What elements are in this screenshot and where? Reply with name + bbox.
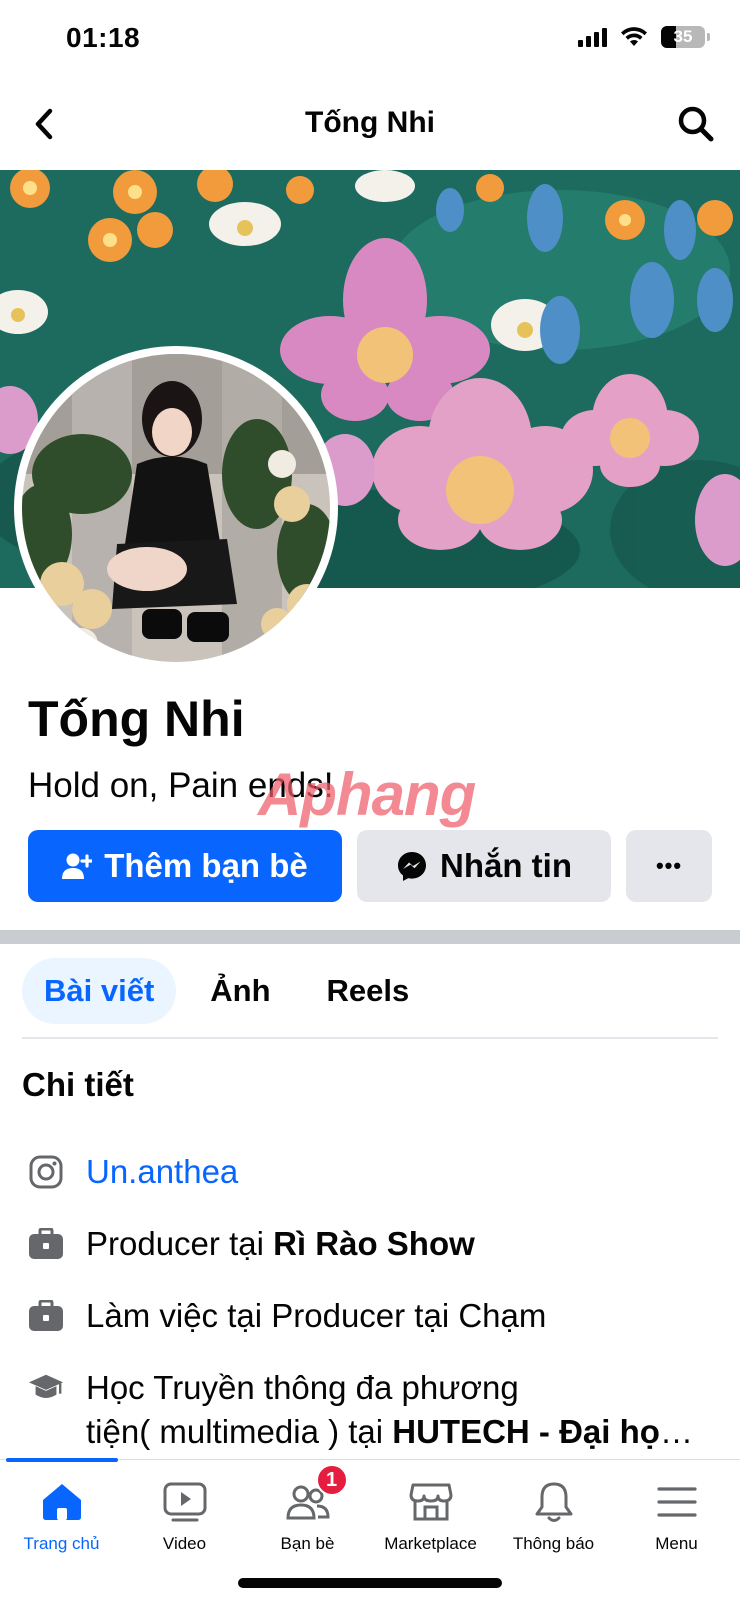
add-friend-button[interactable]: Thêm bạn bè: [28, 830, 342, 902]
nav-friends-label: Bạn bè: [280, 1534, 335, 1553]
more-options-button[interactable]: •••: [626, 830, 712, 902]
marketplace-icon: [407, 1478, 455, 1526]
active-tab-indicator: [6, 1458, 118, 1462]
battery-level: 35: [673, 27, 693, 46]
education-line-1: Học Truyền thông đa phương: [86, 1369, 519, 1406]
friends-badge: 1: [315, 1464, 348, 1496]
status-icons: 35: [578, 26, 710, 48]
page-title: Tống Nhi: [305, 106, 435, 139]
work-1-place[interactable]: Rì Rào Show: [273, 1225, 475, 1262]
detail-instagram[interactable]: Un.anthea: [28, 1150, 706, 1194]
education-line-2-prefix: tiện( multimedia ) tại: [86, 1413, 393, 1450]
add-friend-icon: [62, 853, 93, 879]
status-bar: 01:18 35: [0, 0, 740, 80]
avatar: [22, 354, 330, 662]
details-title: Chi tiết: [22, 1066, 134, 1103]
message-button[interactable]: Nhắn tin: [357, 830, 611, 902]
section-divider: [0, 930, 740, 944]
signal-icon: [578, 27, 607, 47]
battery-icon: 35: [661, 26, 705, 48]
more-icon: •••: [655, 853, 683, 878]
briefcase-icon: [28, 1222, 64, 1266]
bell-icon: [530, 1478, 578, 1526]
top-navigation: Tống Nhi: [0, 80, 740, 170]
profile-name: Tống Nhi: [28, 691, 245, 747]
detail-education: Học Truyền thông đa phương tiện( multime…: [28, 1366, 706, 1454]
tab-reels[interactable]: Reels: [305, 958, 432, 1024]
nav-marketplace-label: Marketplace: [384, 1534, 477, 1553]
briefcase-icon: [28, 1294, 64, 1338]
nav-friends[interactable]: 1 Bạn bè: [246, 1464, 369, 1554]
work-1-prefix: Producer tại: [86, 1225, 274, 1262]
search-icon: [678, 106, 714, 142]
menu-icon: [653, 1478, 701, 1526]
education-school[interactable]: HUTECH - Đại học Công nghệ TP.HCM: [392, 1413, 706, 1450]
work-2-text: Làm việc tại Producer tại Chạm: [86, 1297, 547, 1334]
wifi-icon: [621, 27, 647, 46]
battery-cap: [707, 33, 710, 41]
nav-menu-label: Menu: [655, 1534, 698, 1553]
message-label: Nhắn tin: [440, 847, 572, 884]
nav-menu[interactable]: Menu: [615, 1478, 738, 1554]
video-icon: [161, 1478, 209, 1526]
instagram-icon: [28, 1150, 64, 1194]
friends-icon: 1: [284, 1464, 348, 1526]
nav-notifications[interactable]: Thông báo: [492, 1478, 615, 1554]
nav-notifications-label: Thông báo: [512, 1534, 595, 1553]
instagram-link[interactable]: Un.anthea: [86, 1150, 706, 1194]
detail-work-1: Producer tại Rì Rào Show: [28, 1222, 706, 1266]
tab-photos[interactable]: Ảnh: [188, 958, 292, 1024]
home-icon: [38, 1478, 86, 1526]
tab-posts[interactable]: Bài viết: [22, 958, 177, 1024]
graduation-cap-icon: [28, 1366, 64, 1410]
tabs-separator: [22, 1037, 718, 1039]
nav-marketplace[interactable]: Marketplace: [369, 1478, 492, 1554]
detail-work-2: Làm việc tại Producer tại Chạm: [28, 1294, 706, 1338]
profile-tabs: Bài viết Ảnh Reels: [22, 958, 431, 1024]
avatar-photo: [22, 354, 330, 662]
profile-picture[interactable]: [14, 346, 338, 670]
home-indicator[interactable]: [238, 1578, 502, 1588]
watermark-logo: Aphang: [258, 761, 476, 828]
nav-home[interactable]: Trang chủ: [0, 1478, 123, 1554]
nav-video[interactable]: Video: [123, 1478, 246, 1554]
nav-home-label: Trang chủ: [23, 1534, 100, 1553]
nav-video-label: Video: [162, 1534, 207, 1553]
search-button[interactable]: [674, 102, 718, 146]
messenger-icon: [398, 852, 426, 881]
profile-actions: Thêm bạn bè Nhắn tin •••: [28, 830, 712, 902]
status-time: 01:18: [66, 22, 141, 53]
add-friend-label: Thêm bạn bè: [104, 847, 308, 884]
